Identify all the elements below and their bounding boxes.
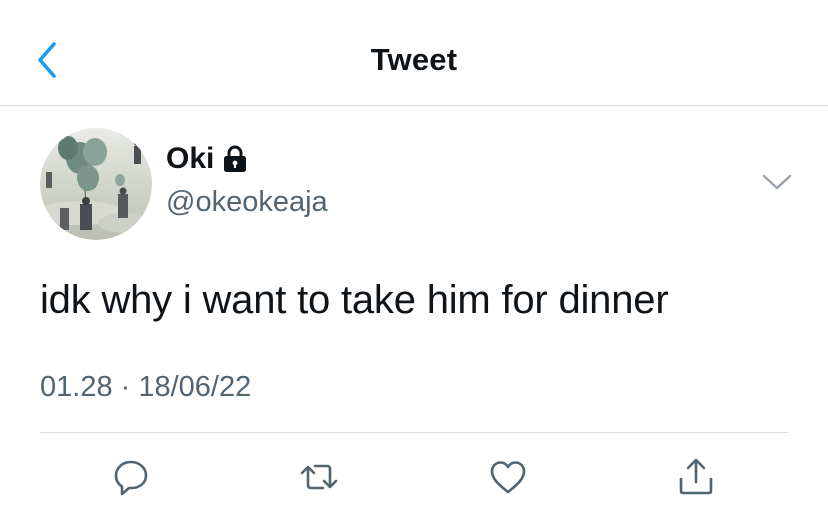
retweet-icon <box>300 464 338 490</box>
tweet-timestamp[interactable]: 01.28 · 18/06/22 <box>40 371 251 404</box>
retweet-button[interactable] <box>297 455 341 499</box>
author-name[interactable]: Oki <box>166 142 248 176</box>
divider <box>40 432 788 433</box>
author-name-label: Oki <box>166 142 215 175</box>
reply-icon <box>114 460 148 496</box>
share-button[interactable] <box>674 455 718 499</box>
more-options-button[interactable] <box>760 170 794 194</box>
share-icon <box>679 458 713 495</box>
page-title: Tweet <box>370 42 458 77</box>
tweet-text: idk why i want to take him for dinner <box>40 278 669 322</box>
lock-icon <box>222 145 248 173</box>
chevron-down-icon <box>762 174 792 190</box>
avatar[interactable] <box>40 128 152 240</box>
like-icon <box>490 461 526 494</box>
header-bar: Tweet <box>0 0 828 106</box>
reply-button[interactable] <box>109 455 153 499</box>
author-handle[interactable]: @okeokeaja <box>166 186 328 219</box>
like-button[interactable] <box>486 455 530 499</box>
